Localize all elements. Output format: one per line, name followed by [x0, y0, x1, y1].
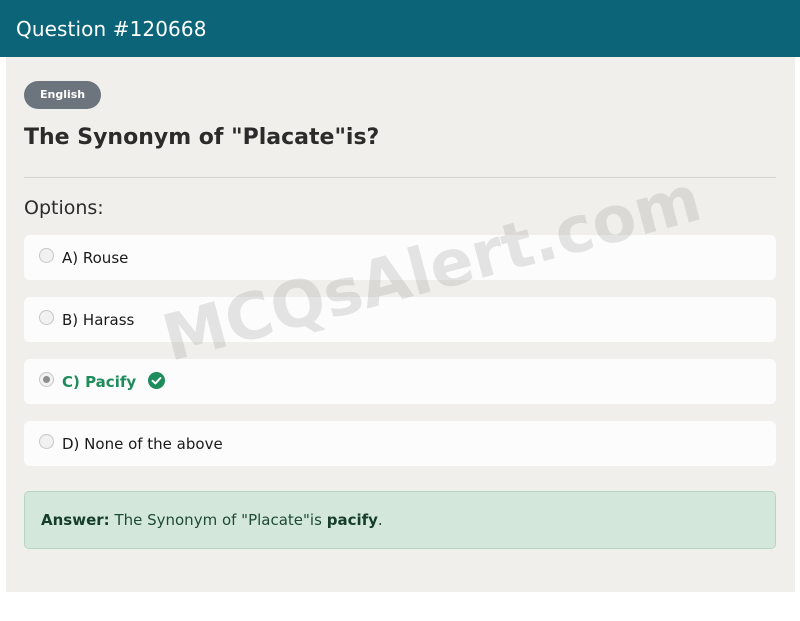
option-a[interactable]: A) Rouse [24, 235, 776, 280]
answer-prefix: Answer: [41, 511, 110, 529]
option-d[interactable]: D) None of the above [24, 421, 776, 466]
option-d-label: D) None of the above [62, 434, 223, 453]
option-c[interactable]: C) Pacify [24, 359, 776, 404]
answer-suffix: . [377, 511, 383, 529]
page-header: Question #120668 [0, 0, 800, 57]
check-circle-icon [148, 372, 166, 389]
option-b-label: B) Harass [62, 310, 135, 329]
option-d-radio[interactable] [39, 434, 54, 449]
answer-text: The Synonym of "Placate"is [114, 511, 322, 529]
option-a-radio[interactable] [39, 248, 54, 263]
answer-box: Answer: The Synonym of "Placate"is pacif… [24, 491, 776, 549]
language-badge[interactable]: English [24, 81, 102, 109]
option-b-radio[interactable] [39, 310, 54, 325]
option-c-label: C) Pacify [62, 372, 137, 391]
option-c-radio[interactable] [39, 372, 54, 387]
header-title: Question #120668 [16, 17, 207, 41]
question-card: English The Synonym of "Placate"is? Opti… [6, 57, 795, 592]
question-text: The Synonym of "Placate"is? [24, 125, 380, 150]
option-b[interactable]: B) Harass [24, 297, 776, 342]
answer-value: pacify [326, 511, 378, 529]
option-a-label: A) Rouse [62, 248, 129, 267]
divider [24, 177, 776, 178]
options-heading: Options: [24, 197, 104, 219]
